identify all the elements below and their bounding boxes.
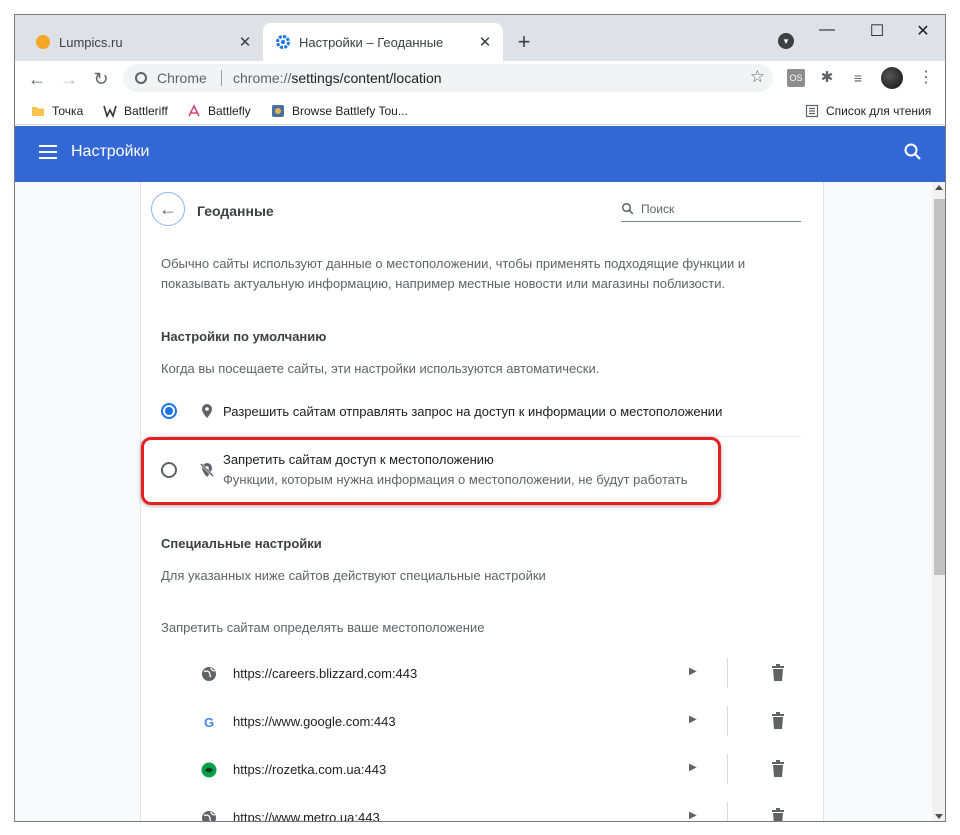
- globe-icon: [202, 667, 216, 681]
- maximize-button[interactable]: ☐: [867, 21, 887, 41]
- chrome-site-icon: [135, 72, 147, 84]
- battlefly-icon: [188, 104, 200, 117]
- os-extension-icon[interactable]: OS: [787, 69, 805, 87]
- profile-avatar[interactable]: [881, 67, 903, 89]
- battlefy-icon: [272, 105, 284, 117]
- tab-title: Lumpics.ru: [59, 34, 123, 50]
- site-url: https://www.metro.ua:443: [233, 810, 380, 822]
- search-placeholder: Поиск: [641, 202, 675, 216]
- search-icon[interactable]: [903, 142, 923, 162]
- radio-allow-label: Разрешить сайтам отправлять запрос на до…: [223, 404, 723, 419]
- bookmark-battlefly[interactable]: Battlefly: [187, 102, 251, 120]
- rozetka-icon: [201, 762, 217, 778]
- bookmark-folder[interactable]: Точка: [31, 102, 83, 120]
- site-url: https://www.google.com:443: [233, 714, 396, 729]
- radio-button-checked[interactable]: [161, 403, 177, 419]
- settings-card: ← Геоданные Поиск Обычно сайты использую…: [141, 182, 823, 822]
- blocked-list-title: Запретить сайтам определять ваше местопо…: [161, 620, 485, 635]
- settings-header: Настройки: [15, 126, 945, 182]
- site-url: https://rozetka.com.ua:443: [233, 762, 387, 777]
- site-row[interactable]: https://www.metro.ua:443 ▶: [141, 794, 823, 822]
- red-highlight-frame: [141, 437, 721, 505]
- media-queue-icon[interactable]: ≡: [849, 69, 867, 87]
- site-row[interactable]: G https://www.google.com:443 ▶: [141, 698, 823, 746]
- bookmarks-bar: Точка Battleriff Battlefly Browse Battle…: [15, 97, 945, 125]
- scroll-down-arrow-icon[interactable]: [935, 814, 943, 819]
- site-label: Chrome: [157, 70, 207, 86]
- custom-section-hint: Для указанных ниже сайтов действуют спец…: [161, 568, 546, 583]
- tab-close-icon[interactable]: ✕: [473, 33, 497, 51]
- lumpics-favicon-icon: [36, 35, 50, 49]
- google-icon: G: [204, 715, 214, 730]
- tab-strip: Lumpics.ru ✕ Настройки – Геоданные ✕ + ▾…: [15, 15, 945, 61]
- page-description: Обычно сайты используют данные о местопо…: [161, 256, 746, 291]
- toolbar: ← → ↻ Chrome chrome://settings/content/l…: [15, 61, 945, 97]
- defaults-section-title: Настройки по умолчанию: [161, 329, 327, 344]
- back-icon[interactable]: ←: [25, 67, 49, 91]
- svg-text:G: G: [204, 715, 214, 730]
- tab-title: Настройки – Геоданные: [299, 34, 444, 50]
- address-bar[interactable]: Chrome chrome://settings/content/locatio…: [123, 64, 773, 92]
- extensions-puzzle-icon[interactable]: ✱: [818, 69, 836, 87]
- site-url: https://careers.blizzard.com:443: [233, 666, 418, 681]
- row-separator: [727, 706, 728, 736]
- site-row[interactable]: https://rozetka.com.ua:443 ▶: [141, 746, 823, 794]
- expand-arrow-icon[interactable]: ▶: [689, 810, 697, 821]
- bookmark-star-icon[interactable]: ☆: [750, 67, 765, 87]
- tab-settings[interactable]: Настройки – Геоданные ✕: [263, 23, 503, 61]
- back-arrow-button[interactable]: ←: [151, 192, 185, 226]
- bookmark-battleriff[interactable]: Battleriff: [103, 102, 168, 120]
- scroll-up-arrow-icon[interactable]: [935, 185, 943, 190]
- custom-section-title: Специальные настройки: [161, 536, 322, 551]
- new-tab-button[interactable]: +: [513, 29, 535, 55]
- expand-arrow-icon[interactable]: ▶: [689, 666, 697, 677]
- expand-arrow-icon[interactable]: ▶: [689, 714, 697, 725]
- menu-kebab-icon[interactable]: ⋮: [917, 69, 935, 87]
- header-title: Настройки: [71, 143, 150, 160]
- tab-search-icon[interactable]: ▾: [778, 33, 794, 49]
- minimize-button[interactable]: —: [817, 21, 837, 39]
- settings-gear-icon: [276, 35, 290, 49]
- search-icon: [621, 202, 634, 215]
- vertical-scrollbar[interactable]: [932, 182, 945, 821]
- reload-icon[interactable]: ↻: [89, 67, 113, 91]
- page-title: Геоданные: [197, 203, 274, 219]
- globe-icon: [202, 811, 216, 821]
- reading-list[interactable]: Список для чтения: [805, 102, 931, 120]
- omnibox-separator: [221, 70, 222, 86]
- site-row[interactable]: https://careers.blizzard.com:443 ▶: [141, 650, 823, 698]
- folder-icon: [32, 107, 44, 116]
- battleriff-icon: [103, 105, 117, 118]
- browser-window: Lumpics.ru ✕ Настройки – Геоданные ✕ + ▾…: [14, 14, 946, 822]
- defaults-section-hint: Когда вы посещаете сайты, эти настройки …: [161, 361, 600, 376]
- tab-lumpics[interactable]: Lumpics.ru ✕: [23, 23, 263, 61]
- settings-content: ← Геоданные Поиск Обычно сайты использую…: [15, 182, 945, 822]
- close-window-button[interactable]: ✕: [913, 21, 933, 41]
- trash-icon[interactable]: [771, 808, 785, 822]
- trash-icon[interactable]: [771, 664, 785, 682]
- location-pin-icon: [202, 404, 212, 418]
- row-separator: [727, 754, 728, 784]
- scrollbar-thumb[interactable]: [934, 199, 945, 575]
- bookmark-battlefy[interactable]: Browse Battlefy Tou...: [271, 102, 408, 120]
- row-separator: [727, 802, 728, 821]
- tab-close-icon[interactable]: ✕: [233, 33, 257, 51]
- forward-icon[interactable]: →: [57, 67, 81, 91]
- radio-allow-location[interactable]: Разрешить сайтам отправлять запрос на до…: [161, 402, 801, 424]
- url-text: chrome://settings/content/location: [233, 70, 442, 86]
- trash-icon[interactable]: [771, 760, 785, 778]
- expand-arrow-icon[interactable]: ▶: [689, 762, 697, 773]
- row-separator: [727, 658, 728, 688]
- reading-list-icon: [805, 104, 819, 118]
- hamburger-menu-icon[interactable]: [39, 145, 57, 159]
- settings-search-input[interactable]: Поиск: [621, 200, 801, 222]
- trash-icon[interactable]: [771, 712, 785, 730]
